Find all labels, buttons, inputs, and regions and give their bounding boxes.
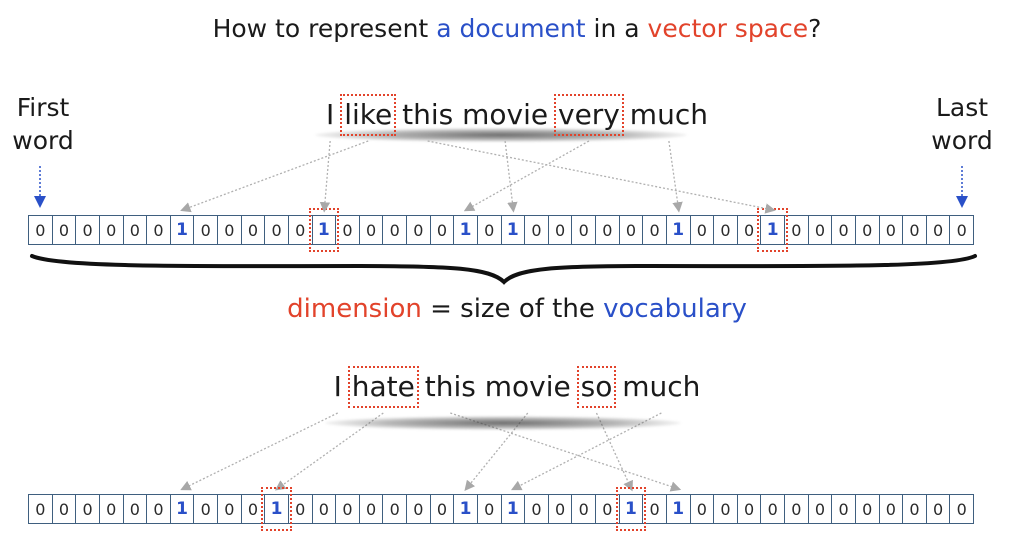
vector2-cell: 0 (809, 495, 833, 523)
sentence2-word-1: hate (347, 366, 419, 408)
vector2-cell: 0 (336, 495, 360, 523)
vector2-cell: 1 (171, 495, 195, 523)
vector2-cell: 0 (383, 495, 407, 523)
vector2-cell: 1 (261, 487, 292, 531)
vector2-cell: 0 (218, 495, 242, 523)
word-to-cell-arrow (668, 140, 683, 213)
vector2-cell: 0 (761, 495, 785, 523)
sentence2-word-4: so (576, 366, 617, 408)
sentence2-word-3: movie (484, 370, 571, 403)
vector2-cell: 0 (880, 495, 904, 523)
vector2-cell: 0 (431, 495, 455, 523)
vector2-cell: 0 (691, 495, 715, 523)
vector2-cell: 0 (927, 495, 951, 523)
sentence-2: I hate this movie so much (0, 366, 1034, 408)
vector2-cell: 0 (832, 495, 856, 523)
vector2-cell: 0 (785, 495, 809, 523)
curly-brace (30, 254, 977, 285)
sentence2-word-5: much (622, 370, 701, 403)
vector2-cell: 0 (856, 495, 880, 523)
word-to-cell-arrow (180, 412, 338, 491)
vector2-cell: 1 (615, 487, 646, 531)
vector2-cell: 0 (29, 495, 53, 523)
vector2-cell: 0 (53, 495, 77, 523)
vector2-cell: 0 (549, 495, 573, 523)
word-to-cell-arrow (180, 140, 369, 213)
vector2-cell: 0 (360, 495, 384, 523)
word-to-cell-arrow (504, 140, 518, 213)
vector2-cell: 1 (667, 495, 691, 523)
vector2-cell: 0 (478, 495, 502, 523)
diagram-lines (30, 140, 977, 492)
dimension-word: dimension (287, 294, 422, 324)
vector2-cell: 0 (738, 495, 762, 523)
word-to-cell-arrow (463, 140, 590, 212)
vector2-cell: 0 (100, 495, 124, 523)
dimension-mid: = size of the (421, 294, 604, 324)
vector2-cell: 0 (572, 495, 596, 523)
vector2-cell: 0 (147, 495, 171, 523)
vector2-cell: 1 (454, 495, 478, 523)
dimension-caption: dimension = size of the vocabulary (0, 292, 1034, 326)
vector2-cell: 0 (714, 495, 738, 523)
vector2-cell: 0 (76, 495, 100, 523)
vector2-cell: 0 (903, 495, 927, 523)
sentence2-word-2: this (424, 370, 476, 403)
sentence1-to-vector-arrows (180, 140, 776, 214)
word-to-cell-arrow (319, 140, 331, 213)
vector2-cell: 0 (407, 495, 431, 523)
vector2-cell: 0 (124, 495, 148, 523)
vector2-cell: 0 (643, 495, 667, 523)
vector2-cell: 0 (289, 495, 313, 523)
sentence2-brush-underline (325, 416, 681, 430)
vector2-cell: 1 (502, 495, 526, 523)
vector2-cell: 0 (525, 495, 549, 523)
vector2-cell: 0 (956, 499, 967, 519)
vocabulary-word: vocabulary (603, 294, 747, 324)
vector-2: 0000001000100000001010000101000000000000 (28, 487, 974, 531)
vector2-cell: 0 (313, 495, 337, 523)
sentence2-word-0: I (333, 370, 342, 403)
vector2-cell: 0 (194, 495, 218, 523)
word-to-cell-arrow (427, 140, 776, 214)
